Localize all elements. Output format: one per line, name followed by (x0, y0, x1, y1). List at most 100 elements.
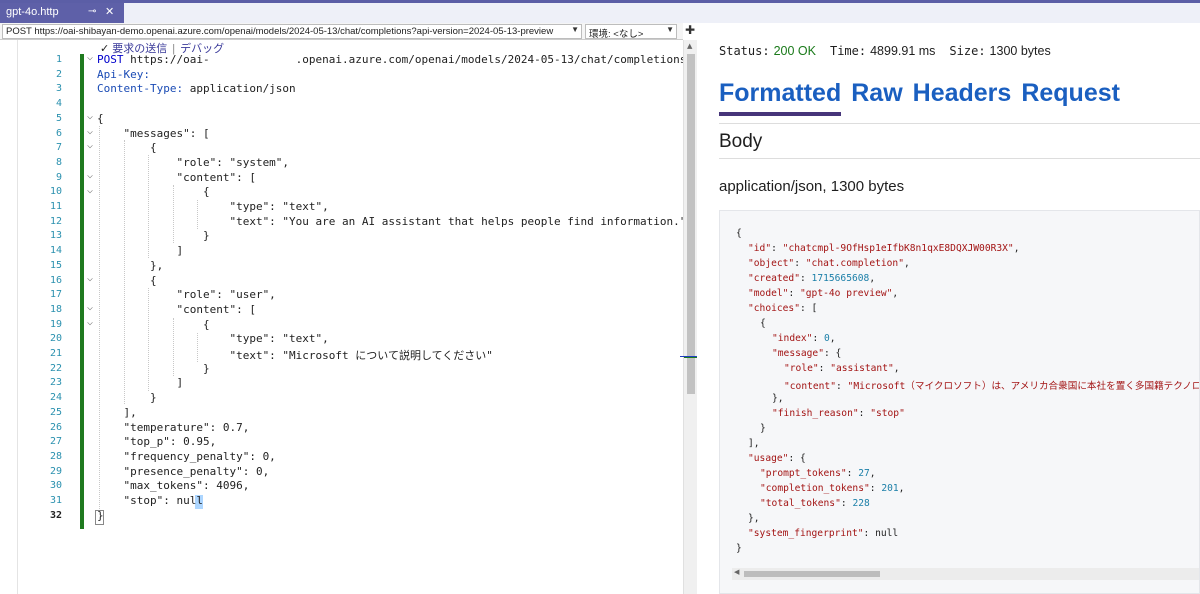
status-value: 200 OK (773, 44, 816, 58)
line-number-current: 32 (49, 509, 62, 521)
json-key: "object" (748, 258, 795, 269)
header-value: application/json (183, 82, 296, 96)
line-number: 22 (49, 362, 62, 374)
line-number: 17 (49, 289, 62, 301)
code-line: "role": "system", (97, 155, 290, 169)
json-key: "completion_tokens" (760, 483, 870, 494)
json-line: "object": "chat.completion", (748, 258, 910, 269)
json-line: "model": "gpt-4o preview", (748, 288, 899, 299)
line-number: 16 (49, 274, 62, 286)
line-number: 27 (49, 436, 62, 448)
json-key: "role" (784, 363, 819, 374)
change-tracking-bar (80, 54, 84, 529)
code-line: "top_p": 0.95, (97, 435, 217, 449)
line-number: 1 (55, 54, 62, 65)
chevron-down-icon[interactable]: ▼ (666, 25, 674, 34)
body-heading: Body (719, 131, 763, 152)
pin-icon[interactable]: ⊸ (88, 6, 96, 17)
code-line: } (97, 391, 157, 405)
code-editor[interactable]: ✓ 要求の送信 | デバッグ 1 2 3 4 5 6 7 8 9 10 11 12 1… (0, 40, 683, 594)
scroll-up-icon[interactable]: ▲ (687, 42, 692, 50)
code-line: } (97, 361, 210, 375)
line-number: 2 (55, 68, 62, 80)
scroll-left-icon[interactable]: ◀ (734, 568, 739, 576)
close-icon[interactable]: ✕ (105, 5, 114, 18)
json-string: "stop" (870, 408, 905, 419)
code-line: ] (97, 244, 184, 258)
time-label: Time: (829, 44, 867, 58)
fold-icon[interactable]: ⌵ (87, 185, 93, 196)
divider (719, 123, 1200, 124)
fold-icon[interactable]: ⌵ (87, 317, 93, 328)
json-number: 0 (824, 333, 830, 344)
chevron-down-icon[interactable]: ▼ (571, 25, 579, 34)
line-number: 6 (55, 127, 62, 139)
fold-icon[interactable]: ⌵ (87, 52, 93, 63)
scrollbar-thumb[interactable] (744, 571, 880, 577)
divider (719, 158, 1200, 159)
body-content-type: application/json, 1300 bytes (719, 178, 905, 195)
code-line: } (97, 229, 210, 243)
request-selector-dropdown[interactable]: POST https://oai-shibayan-demo.openai.az… (2, 24, 582, 39)
header-name: Api-Key: (97, 67, 150, 81)
line-number: 15 (49, 259, 62, 271)
line-number: 25 (49, 406, 62, 418)
tab-request[interactable]: Request (1021, 79, 1120, 112)
code-line: "max_tokens": 4096, (97, 479, 250, 493)
json-key: "index" (772, 333, 813, 344)
line-number: 29 (49, 465, 62, 477)
line-number: 7 (55, 142, 62, 154)
request-selector-value: POST https://oai-shibayan-demo.openai.az… (6, 26, 554, 37)
header-name: Content-Type: (97, 82, 184, 96)
code-line: { (97, 273, 157, 287)
tab-title: gpt-4o.http (6, 6, 59, 18)
json-line: "created": 1715665608, (748, 273, 876, 284)
tab-raw[interactable]: Raw (851, 79, 902, 112)
splitter-icon[interactable]: ✚ (683, 23, 697, 40)
line-number: 30 (49, 480, 62, 492)
document-tab-strip: gpt-4o.http ⊸ ✕ (0, 0, 1200, 23)
tab-headers[interactable]: Headers (913, 79, 1012, 112)
line-number: 5 (55, 112, 62, 124)
tab-formatted[interactable]: Formatted (719, 79, 842, 116)
environment-dropdown[interactable]: 環境: <なし> ▼ (585, 24, 677, 40)
line-number: 13 (49, 230, 62, 242)
status-label: Status: (719, 44, 770, 58)
code-line: "messages": [ (97, 126, 210, 140)
json-string: "gpt-4o preview" (800, 288, 893, 299)
scrollbar-thumb[interactable] (687, 54, 695, 394)
code-line: "text": "Microsoft について説明してください" (97, 349, 493, 362)
json-line: "choices": [ (748, 303, 818, 314)
json-viewer[interactable]: { "id": "chatcmpl-9OfHsp1eIfbK8n1qxE8DQX… (719, 210, 1200, 594)
editor-glyph-margin (0, 40, 18, 594)
tab-gpt-4o-http[interactable]: gpt-4o.http ⊸ ✕ (0, 3, 124, 23)
json-line: "completion_tokens": 201, (760, 483, 905, 494)
fold-icon[interactable]: ⌵ (87, 140, 93, 151)
fold-icon[interactable]: ⌵ (87, 126, 93, 137)
line-number: 14 (49, 245, 62, 257)
fold-icon[interactable]: ⌵ (87, 273, 93, 284)
json-string: "assistant" (830, 363, 894, 374)
json-line: } (736, 543, 742, 554)
fold-icon[interactable]: ⌵ (87, 170, 93, 181)
json-number: 201 (881, 483, 899, 494)
code-line: { (97, 141, 157, 155)
line-number: 9 (55, 171, 62, 183)
http-method: POST (97, 53, 124, 66)
json-key: "message" (772, 348, 824, 359)
code-line: ], (97, 405, 137, 419)
json-key: "system_fingerprint" (748, 528, 864, 539)
response-tabs: Formatted Raw Headers Request (719, 79, 1130, 116)
code-line: POST https://oai- .openai.azure.com/open… (97, 53, 683, 66)
json-line: }, (772, 393, 784, 404)
editor-vertical-scrollbar[interactable]: ▲ (680, 40, 698, 594)
fold-icon[interactable]: ⌵ (87, 111, 93, 122)
json-number: 228 (852, 498, 870, 509)
line-number: 11 (49, 201, 62, 212)
line-number: 19 (49, 318, 62, 330)
json-key: "total_tokens" (760, 498, 841, 509)
fold-icon[interactable]: ⌵ (87, 302, 93, 313)
code-line: "type": "text", (97, 332, 329, 346)
json-horizontal-scrollbar[interactable]: ◀ (732, 568, 1199, 580)
line-number: 4 (55, 98, 62, 110)
